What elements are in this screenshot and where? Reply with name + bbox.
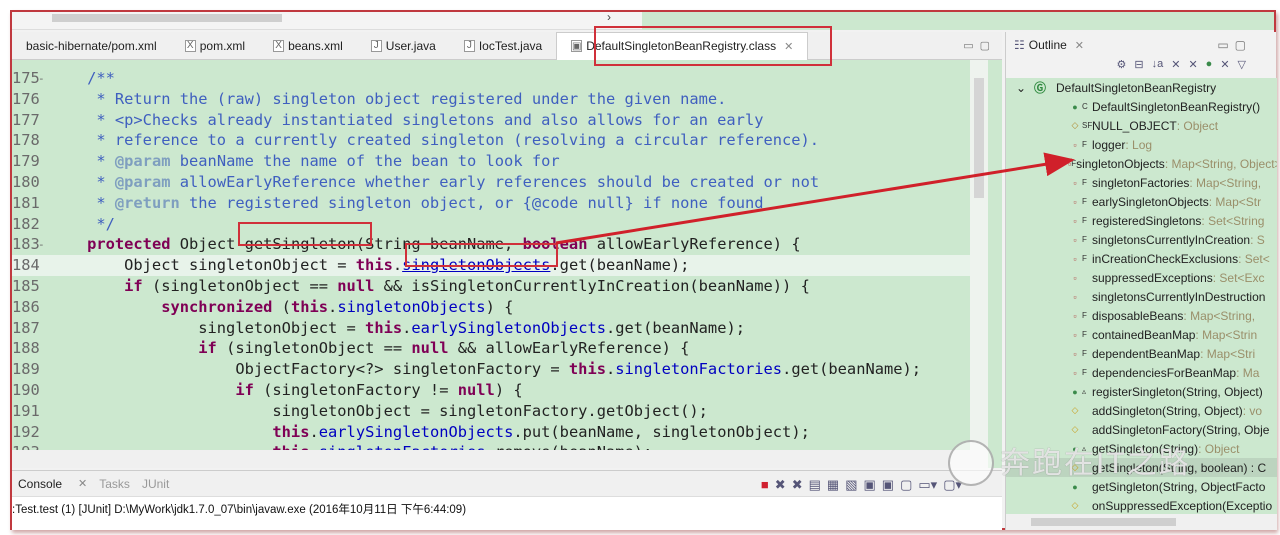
watermark: 奔跑在IT之路 — [1000, 447, 1191, 480]
wechat-logo-icon — [948, 440, 994, 486]
